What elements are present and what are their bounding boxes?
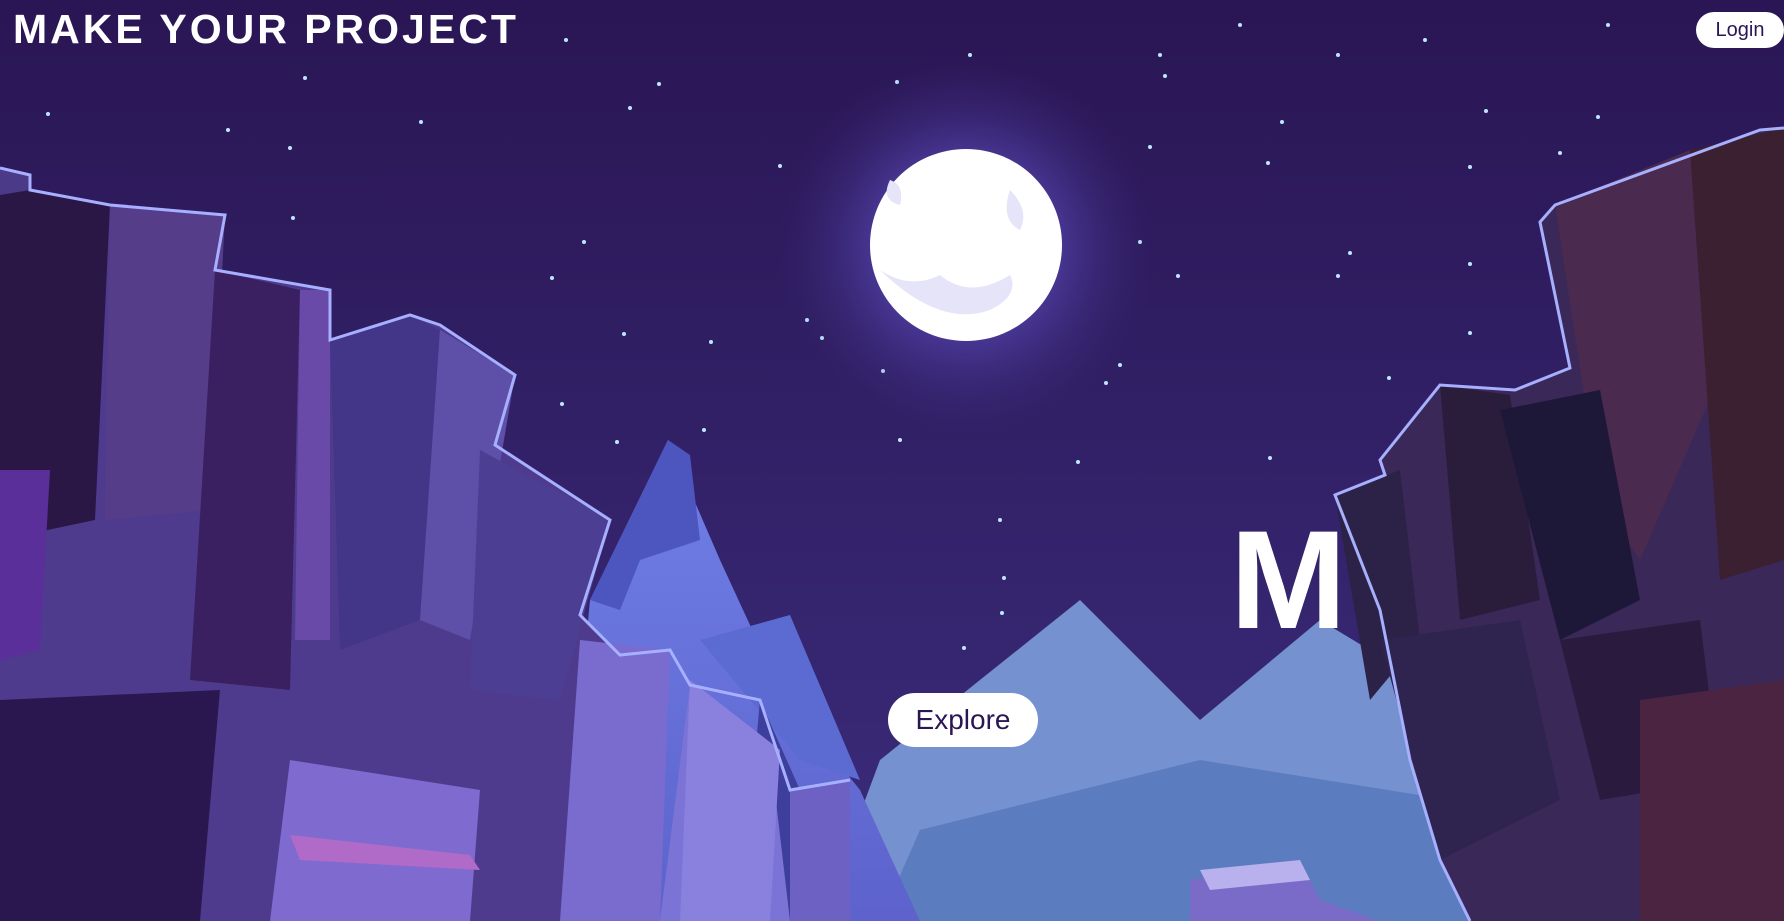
moon-icon (870, 149, 1062, 341)
login-button[interactable]: Login (1696, 12, 1784, 48)
brand-title[interactable]: MAKE YOUR PROJECT (13, 6, 519, 53)
explore-button[interactable]: Explore (888, 693, 1038, 747)
hero-title: M (1230, 501, 1347, 658)
night-landscape-background (0, 0, 1784, 921)
